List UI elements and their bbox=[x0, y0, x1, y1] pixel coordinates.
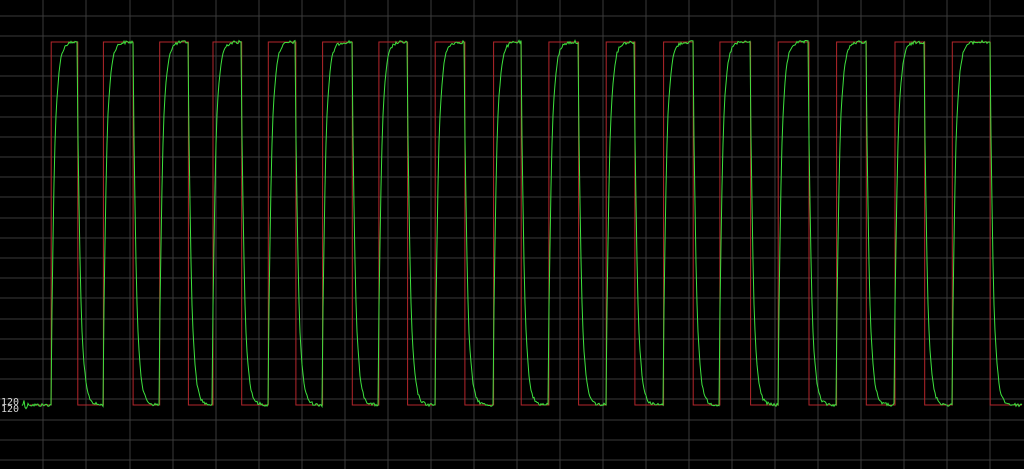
y-tick-label-lower: 120 bbox=[1, 404, 19, 415]
y-tick-labels: 120 120 bbox=[1, 397, 19, 415]
oscilloscope-plot: 120 120 bbox=[0, 0, 1024, 469]
